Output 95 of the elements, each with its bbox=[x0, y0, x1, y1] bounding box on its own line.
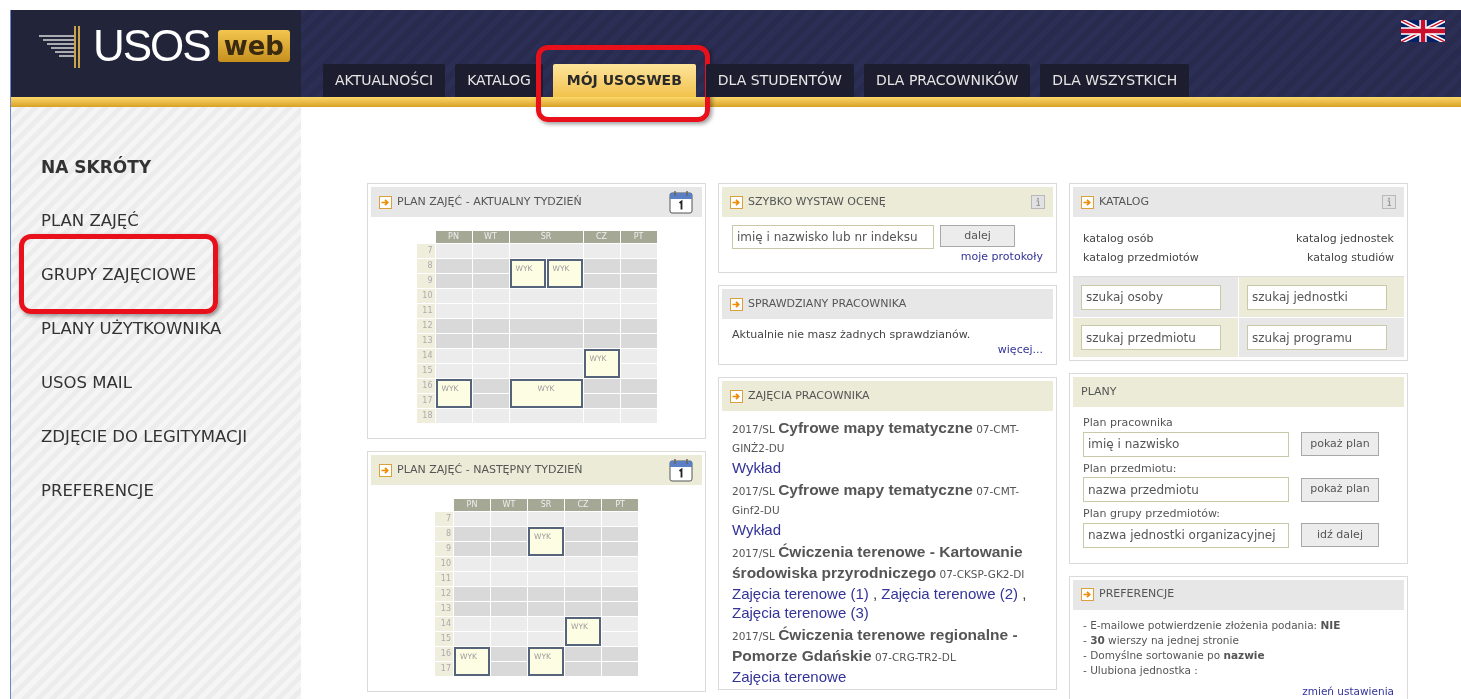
panel-title: PLANY bbox=[1081, 383, 1117, 400]
hour-label: 8 bbox=[435, 527, 453, 541]
panel-title: ZAJĘCIA PRACOWNIKA bbox=[748, 387, 870, 404]
catalog-link[interactable]: katalog studiów bbox=[1306, 249, 1394, 266]
sidebar-link[interactable]: PREFERENCJE bbox=[41, 479, 154, 503]
panel-title: PLAN ZAJĘĆ - AKTUALNY TYDZIEŃ bbox=[397, 193, 582, 210]
day-header: WT bbox=[472, 231, 509, 243]
sidebar-heading: NA SKRÓTY bbox=[41, 155, 153, 179]
preference-item: - Ulubiona jednostka : bbox=[1083, 662, 1199, 678]
hour-label: 8 bbox=[416, 259, 435, 273]
search-field[interactable]: szukaj programu bbox=[1247, 325, 1387, 350]
next-button[interactable]: dalej bbox=[940, 225, 1015, 247]
course-heading: 2017/SL Cyfrowe mapy tematyczne 07-CMT-Ginf2-DU bbox=[732, 480, 1020, 518]
class-link[interactable]: Zajęcia terenowe (1) bbox=[732, 585, 869, 602]
hour-label: 18 bbox=[416, 409, 435, 423]
sidebar-link[interactable]: ZDJĘCIE DO LEGITYMACJI bbox=[41, 425, 248, 449]
action-button[interactable]: pokaż plan bbox=[1301, 432, 1379, 456]
sidebar-link[interactable]: PLAN ZAJĘĆ bbox=[41, 209, 139, 233]
separator-text: , bbox=[872, 585, 878, 602]
day-header: PT bbox=[602, 499, 638, 511]
search-field[interactable]: imię i nazwisko lub nr indeksu bbox=[732, 225, 934, 249]
preference-item: - Domyślne sortowanie po nazwie bbox=[1083, 647, 1266, 663]
catalog-link[interactable]: katalog jednostek bbox=[1296, 231, 1394, 248]
course-heading: 2017/SL Cyfrowe mapy tematyczne 07-CMT-GINŻ2-DU bbox=[732, 418, 1020, 456]
panel-title: SPRAWDZIANY PRACOWNIKA bbox=[748, 295, 907, 312]
course-heading: 2017/SL Ćwiczenia terenowe regionalne - Pomorze Gdańskie 07-CRG-TR2-DL bbox=[732, 625, 1019, 666]
hour-label: 17 bbox=[435, 662, 453, 676]
hour-label: 10 bbox=[416, 289, 435, 303]
hour-label: 12 bbox=[416, 319, 435, 333]
hour-label: 13 bbox=[416, 334, 435, 348]
hour-label: 17 bbox=[416, 394, 435, 408]
hour-label: 7 bbox=[435, 512, 453, 526]
hour-label: 9 bbox=[416, 274, 435, 288]
day-header: CZ bbox=[583, 231, 620, 243]
logo-badge[interactable]: web bbox=[217, 30, 290, 62]
class-link[interactable]: Zajęcia terenowe (3) bbox=[732, 604, 869, 621]
day-header: CZ bbox=[565, 499, 601, 511]
preference-item: - E-mailowe potwierdzenie złożenia podania: NIE bbox=[1083, 617, 1342, 633]
sidebar-link[interactable]: USOS MAIL bbox=[41, 371, 132, 395]
nav-tab[interactable]: AKTUALNOŚCI bbox=[323, 64, 446, 97]
hour-label: 16 bbox=[416, 379, 435, 393]
hour-label: 15 bbox=[435, 632, 453, 646]
class-link[interactable]: Wykład bbox=[732, 459, 782, 476]
day-header: PN bbox=[454, 499, 490, 511]
search-field[interactable]: szukaj osoby bbox=[1081, 284, 1221, 310]
catalog-link[interactable]: katalog osób bbox=[1083, 231, 1154, 248]
settings-link[interactable]: zmień ustawienia bbox=[1302, 677, 1394, 699]
nav-tab[interactable]: DLA STUDENTÓW bbox=[705, 64, 854, 97]
preference-item: - 30 wierszy na jednej stronie bbox=[1083, 632, 1240, 648]
sidebar-link[interactable]: PLANY UŻYTKOWNIKA bbox=[41, 317, 222, 341]
hour-label: 11 bbox=[416, 304, 435, 318]
day-header: PN bbox=[435, 231, 472, 243]
protocols-link[interactable]: moje protokoły bbox=[960, 249, 1043, 265]
action-button[interactable]: pokaż plan bbox=[1301, 477, 1379, 502]
panel-title: PREFERENCJE bbox=[1099, 586, 1175, 603]
field-label: Plan przedmiotu: bbox=[1083, 460, 1178, 477]
panel-title: PLAN ZAJĘĆ - NASTĘPNY TYDZIEŃ bbox=[397, 461, 583, 478]
panel-title: KATALOG bbox=[1099, 193, 1149, 210]
hour-label: 16 bbox=[435, 647, 453, 661]
search-field[interactable]: szukaj jednostki bbox=[1247, 284, 1387, 310]
sidebar-link[interactable]: GRUPY ZAJĘCIOWE bbox=[41, 263, 197, 287]
action-button[interactable]: idź dalej bbox=[1301, 523, 1379, 547]
day-header: WT bbox=[491, 499, 527, 511]
text-field[interactable]: nazwa przedmiotu bbox=[1083, 477, 1289, 502]
hour-label: 12 bbox=[435, 587, 453, 601]
nav-tab[interactable]: MÓJ USOSWEB bbox=[552, 64, 696, 97]
hour-label: 11 bbox=[435, 572, 453, 586]
catalog-link[interactable]: katalog przedmiotów bbox=[1083, 249, 1199, 266]
panel-title: SZYBKO WYSTAW OCENĘ bbox=[748, 193, 886, 210]
day-header: ŚR bbox=[509, 231, 583, 243]
logo-text[interactable]: USOS bbox=[93, 24, 210, 68]
text-field[interactable]: imię i nazwisko bbox=[1083, 431, 1289, 457]
field-label: Plan grupy przedmiotów: bbox=[1083, 506, 1222, 522]
hour-label: 15 bbox=[416, 364, 435, 378]
field-label: Plan pracownika bbox=[1083, 415, 1174, 431]
class-link[interactable]: Zajęcia terenowe (2) bbox=[881, 585, 1018, 602]
separator-text: , bbox=[1022, 585, 1027, 602]
nav-tab[interactable]: DLA PRACOWNIKÓW bbox=[863, 64, 1031, 97]
hour-label: 14 bbox=[435, 617, 453, 631]
empty-message: Aktualnie nie masz żadnych sprawdzianów. bbox=[732, 327, 972, 342]
course-heading: 2017/SL Ćwiczenia terenowe - Kartowanie środowiska przyrodniczego 07-CKSP-GK2-DI bbox=[732, 542, 1026, 583]
hour-label: 13 bbox=[435, 602, 453, 616]
day-header: ŚR bbox=[528, 499, 564, 511]
hour-label: 14 bbox=[416, 349, 435, 363]
more-link[interactable]: więcej... bbox=[997, 342, 1043, 357]
hour-label: 7 bbox=[416, 244, 435, 258]
search-field[interactable]: szukaj przedmiotu bbox=[1081, 325, 1221, 350]
class-link[interactable]: Wykład bbox=[732, 521, 782, 538]
class-link[interactable]: Zajęcia terenowe bbox=[732, 668, 847, 685]
hour-label: 9 bbox=[435, 542, 453, 556]
text-field[interactable]: nazwa jednostki organizacyjnej bbox=[1083, 522, 1289, 548]
nav-tab[interactable]: DLA WSZYSTKICH bbox=[1040, 64, 1190, 97]
day-header: PT bbox=[620, 231, 657, 243]
hour-label: 10 bbox=[435, 557, 453, 571]
nav-tab[interactable]: KATALOG bbox=[455, 64, 543, 97]
